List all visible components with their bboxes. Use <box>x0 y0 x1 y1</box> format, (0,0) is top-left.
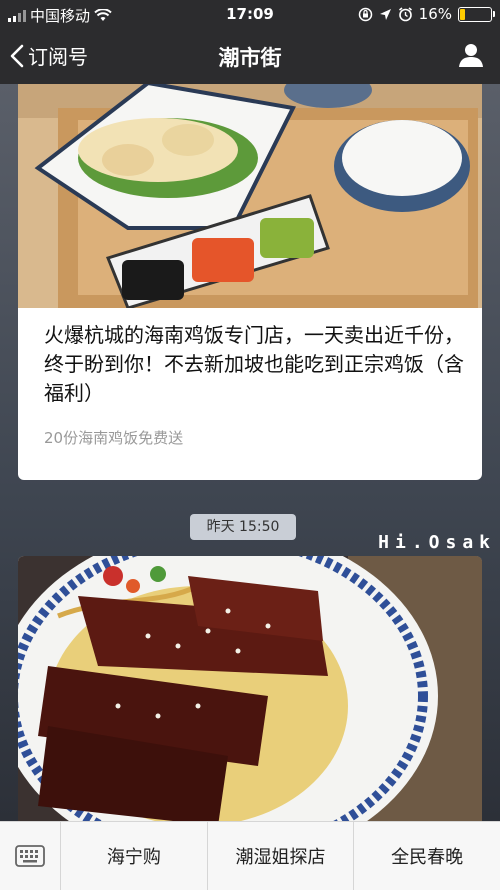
photo-watermark: Hi.Osak <box>378 532 496 553</box>
status-bar: 中国移动 17:09 16% <box>0 0 500 28</box>
article-cover-image[interactable] <box>18 556 482 821</box>
char-siu-noodles-photo <box>18 556 482 821</box>
menu-item-spring-gala[interactable]: 全民春晚 <box>354 822 500 890</box>
keyboard-toggle-button[interactable] <box>0 822 61 890</box>
article-title[interactable]: 火爆杭城的海南鸡饭专门店，一天卖出近千份，终于盼到你！不去新加坡也能吃到正宗鸡饭… <box>44 321 464 408</box>
message-timestamp: 昨天 15:50 <box>190 514 296 540</box>
article-card[interactable]: 火爆杭城的海南鸡饭专门店，一天卖出近千份，终于盼到你！不去新加坡也能吃到正宗鸡饭… <box>18 84 482 480</box>
menu-item-explore-shops[interactable]: 潮湿姐探店 <box>208 822 355 890</box>
location-icon <box>379 8 391 20</box>
bottom-menu: 海宁购 潮湿姐探店 全民春晚 <box>0 821 500 890</box>
user-icon <box>459 44 483 67</box>
alarm-icon <box>398 6 412 21</box>
rotation-lock-icon <box>358 7 372 21</box>
nav-bar: 订阅号 潮市街 <box>0 28 500 84</box>
article-card[interactable] <box>18 556 482 821</box>
article-subtitle: 20份海南鸡饭免费送 <box>44 429 184 447</box>
hainan-chicken-rice-photo <box>18 84 482 308</box>
profile-button[interactable] <box>458 42 484 72</box>
article-cover-image[interactable] <box>18 84 482 308</box>
message-list[interactable]: 火爆杭城的海南鸡饭专门店，一天卖出近千份，终于盼到你！不去新加坡也能吃到正宗鸡饭… <box>0 84 500 821</box>
battery-percent: 16% <box>418 5 452 23</box>
status-right: 16% <box>358 5 495 23</box>
keyboard-icon <box>15 845 45 867</box>
page-title: 潮市街 <box>218 46 282 70</box>
menu-item-haining[interactable]: 海宁购 <box>61 822 208 890</box>
battery-icon <box>458 6 495 22</box>
